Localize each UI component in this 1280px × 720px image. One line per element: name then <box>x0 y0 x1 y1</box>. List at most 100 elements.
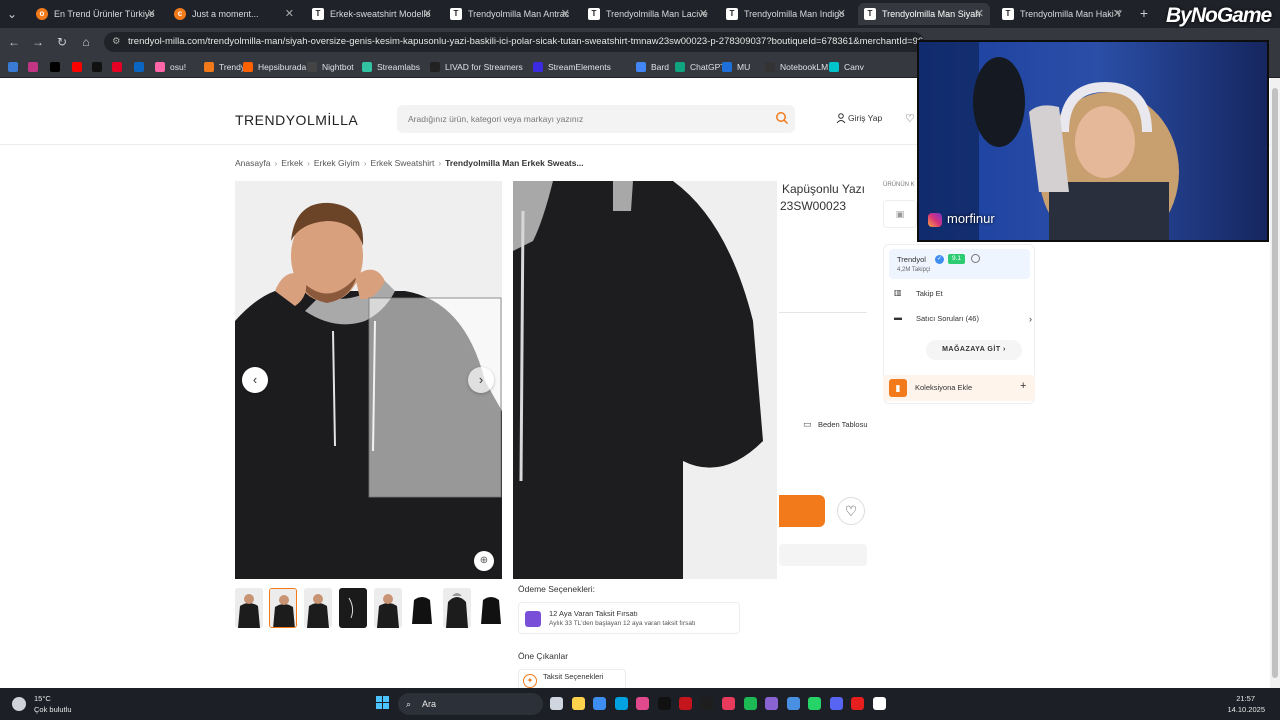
breadcrumb-item[interactable]: Erkek Giyim <box>314 158 360 168</box>
seller-header[interactable]: Trendyol ✓ 9.1 4,2M Takipçi <box>889 249 1030 279</box>
browser-tab[interactable]: T Trendyolmilla Man Siyah ✕ <box>858 3 990 25</box>
taskbar-app-icon[interactable] <box>765 697 778 710</box>
bookmark-label: Canv <box>844 62 864 72</box>
add-to-collection-button[interactable]: ▮ Koleksiyona Ekle + <box>883 375 1035 401</box>
bookmark-item[interactable] <box>72 60 87 74</box>
site-logo[interactable]: TRENDYOLMİLLA <box>235 112 358 128</box>
highlight-item[interactable]: ✦ Taksit Seçenekleri <box>518 669 626 688</box>
bookmark-item[interactable]: ChatGPT <box>675 60 725 74</box>
weather-temp: 15°C <box>34 694 51 703</box>
bookmark-item[interactable]: Bard <box>636 60 669 74</box>
breadcrumb-item[interactable]: Erkek <box>281 158 303 168</box>
search-icon[interactable] <box>775 111 789 125</box>
next-image-button[interactable]: › <box>468 367 494 393</box>
browser-tab[interactable]: o En Trend Ürünler Türkiye ✕ <box>30 3 162 25</box>
bookmark-item[interactable]: osu! <box>155 60 186 74</box>
browser-tab[interactable]: T Trendyolmilla Man Indigo ✕ <box>720 3 852 25</box>
product-main-image[interactable]: ‹ › ⊕ <box>235 181 502 579</box>
thumbnail-3[interactable] <box>304 588 332 628</box>
taskbar-app-icon[interactable] <box>657 697 671 710</box>
bookmark-label: MU <box>737 62 751 72</box>
bookmark-item[interactable] <box>92 60 107 74</box>
taskbar-app-icon[interactable] <box>872 697 886 710</box>
follow-button[interactable]: ▥ Takip Et <box>894 288 943 298</box>
back-icon[interactable]: ← <box>6 34 22 50</box>
bookmark-icon <box>72 62 82 72</box>
bookmark-item[interactable] <box>112 60 127 74</box>
tab-close-icon[interactable]: ✕ <box>147 3 156 25</box>
tab-close-icon[interactable]: ✕ <box>975 3 984 25</box>
favorite-heart-icon[interactable]: ♡ <box>837 497 865 525</box>
taskbar-search[interactable]: ⌕ Ara <box>398 693 543 715</box>
login-link[interactable]: Giriş Yap <box>836 113 882 124</box>
tab-search-icon[interactable]: ⌄ <box>4 6 20 22</box>
page-scrollbar[interactable] <box>1270 78 1280 688</box>
browser-tab[interactable]: T Trendyolmilla Man Antrac ✕ <box>444 3 576 25</box>
seller-questions-link[interactable]: ▬ Satıcı Soruları (46) › <box>894 313 1032 324</box>
bookmark-item[interactable] <box>134 60 149 74</box>
tab-close-icon[interactable]: ✕ <box>837 3 846 25</box>
browser-tab[interactable]: T Erkek-sweatshirt Modelle ✕ <box>306 3 438 25</box>
reload-icon[interactable]: ↻ <box>54 34 70 50</box>
thumbnail-1[interactable] <box>235 588 263 628</box>
bookmark-item[interactable]: MU <box>722 60 750 74</box>
thumbnail-6[interactable] <box>408 588 436 628</box>
go-to-store-button[interactable]: MAĞAZAYA GİT › <box>926 340 1022 360</box>
bookmark-item[interactable]: Streamlabs <box>362 60 420 74</box>
bookmark-item[interactable]: Hepsiburada <box>243 60 306 74</box>
browser-tab[interactable]: T Trendyolmilla Man Lacive ✕ <box>582 3 714 25</box>
taskbar-app-icon[interactable] <box>851 697 864 710</box>
thumbnail-2[interactable] <box>269 588 297 628</box>
home-icon[interactable]: ⌂ <box>78 34 94 50</box>
bookmark-item[interactable] <box>28 60 43 74</box>
tab-close-icon[interactable]: ✕ <box>423 3 432 25</box>
user-icon <box>836 113 846 124</box>
prev-image-button[interactable]: ‹ <box>242 367 268 393</box>
browser-tab[interactable]: T Trendyolmilla Man Haki Y ✕ <box>996 3 1128 25</box>
tab-close-icon[interactable]: ✕ <box>285 3 294 25</box>
bookmark-icon <box>112 62 122 72</box>
windows-start-icon[interactable] <box>376 696 390 710</box>
taskbar-app-icon[interactable] <box>786 697 800 710</box>
new-tab-icon[interactable]: + <box>1136 5 1152 21</box>
thumbnail-7[interactable] <box>443 588 471 628</box>
info-icon[interactable] <box>971 254 980 263</box>
tab-close-icon[interactable]: ✕ <box>1113 3 1122 25</box>
size-table-link[interactable]: ▭ Beden Tablosu <box>803 419 868 429</box>
taskbar-app-icon[interactable] <box>614 697 628 710</box>
breadcrumb-item[interactable]: Erkek Sweatshirt <box>371 158 435 168</box>
site-info-icon[interactable]: ⚙ <box>112 32 121 52</box>
tab-close-icon[interactable]: ✕ <box>699 3 708 25</box>
search-input[interactable]: Aradığınız ürün, kategori veya markayı y… <box>397 105 795 133</box>
taskbar-app-icon[interactable] <box>808 697 821 710</box>
thumbnail-8[interactable] <box>477 588 505 628</box>
taskbar-app-icon[interactable] <box>571 697 585 710</box>
bookmark-item[interactable]: LIVAD for Streamers <box>430 60 523 74</box>
installment-card[interactable]: 12 Aya Varan Taksit Fırsatı Aylık 33 TL'… <box>518 602 740 634</box>
tab-close-icon[interactable]: ✕ <box>561 3 570 25</box>
taskbar-app-icon[interactable] <box>550 697 563 710</box>
bookmark-item[interactable]: Nightbot <box>307 60 354 74</box>
taskbar-app-icon[interactable] <box>700 697 714 710</box>
zoom-icon[interactable]: ⊕ <box>474 551 494 571</box>
thumbnail-5[interactable] <box>374 588 402 628</box>
add-to-cart-button[interactable] <box>779 495 825 527</box>
taskbar-app-icon[interactable] <box>829 697 843 710</box>
taskbar-app-icon[interactable] <box>593 697 606 710</box>
taskbar-app-icon[interactable] <box>636 697 649 710</box>
taskbar-app-icon[interactable] <box>743 697 757 710</box>
bookmark-item[interactable]: NotebookLM <box>765 60 828 74</box>
taskbar-app-icon[interactable] <box>679 697 692 710</box>
bookmark-item[interactable] <box>50 60 65 74</box>
bookmark-item[interactable]: Canv <box>829 60 864 74</box>
scrollbar-thumb[interactable] <box>1272 88 1278 678</box>
favorites-icon[interactable]: ♡ <box>905 112 915 125</box>
bookmark-item[interactable] <box>8 60 23 74</box>
url-field[interactable]: ⚙ trendyol-milla.com/trendyolmilla-man/s… <box>104 32 924 52</box>
breadcrumb-item[interactable]: Anasayfa <box>235 158 270 168</box>
thumbnail-4[interactable] <box>339 588 367 628</box>
taskbar-app-icon[interactable] <box>722 697 735 710</box>
browser-tab[interactable]: c Just a moment... ✕ <box>168 3 300 25</box>
bookmark-item[interactable]: StreamElements <box>533 60 611 74</box>
forward-icon[interactable]: → <box>30 34 46 50</box>
